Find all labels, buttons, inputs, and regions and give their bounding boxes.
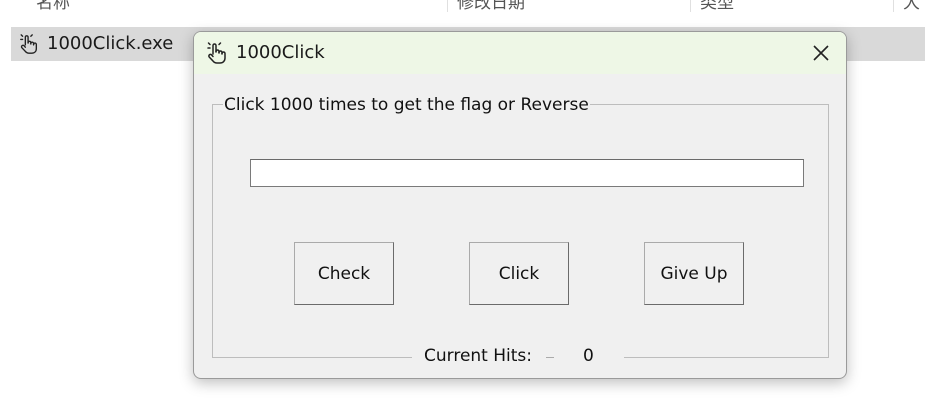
give-up-button[interactable]: Give Up — [644, 242, 744, 305]
column-name[interactable]: 名称 — [36, 0, 70, 12]
group-box — [212, 104, 829, 358]
hits-label: Current Hits: — [424, 346, 533, 366]
hits-value: 0 — [583, 346, 594, 366]
column-divider[interactable] — [893, 0, 894, 12]
column-modified[interactable]: 修改日期 — [457, 0, 525, 12]
title-bar[interactable]: 1000Click — [194, 32, 846, 74]
column-divider[interactable] — [690, 0, 691, 12]
file-name: 1000Click.exe — [47, 33, 174, 54]
group-box-label: Click 1000 times to get the flag or Reve… — [223, 95, 590, 115]
close-button[interactable] — [796, 32, 846, 74]
flag-input[interactable] — [250, 159, 804, 187]
close-icon — [813, 45, 829, 61]
touch-hand-icon — [207, 42, 226, 64]
touch-hand-icon — [20, 34, 38, 54]
explorer-column-header: 名称 修改日期 类型 大 — [0, 0, 925, 12]
column-size[interactable]: 大 — [903, 0, 920, 12]
hits-counter: Current Hits: 0 — [412, 344, 624, 368]
click-button[interactable]: Click — [469, 242, 569, 305]
hits-divider — [546, 357, 554, 358]
window-title: 1000Click — [236, 42, 325, 63]
column-type[interactable]: 类型 — [700, 0, 734, 12]
column-divider[interactable] — [447, 0, 448, 12]
dialog-window: 1000Click Click 1000 times to get the fl… — [193, 31, 847, 379]
check-button[interactable]: Check — [294, 242, 394, 305]
